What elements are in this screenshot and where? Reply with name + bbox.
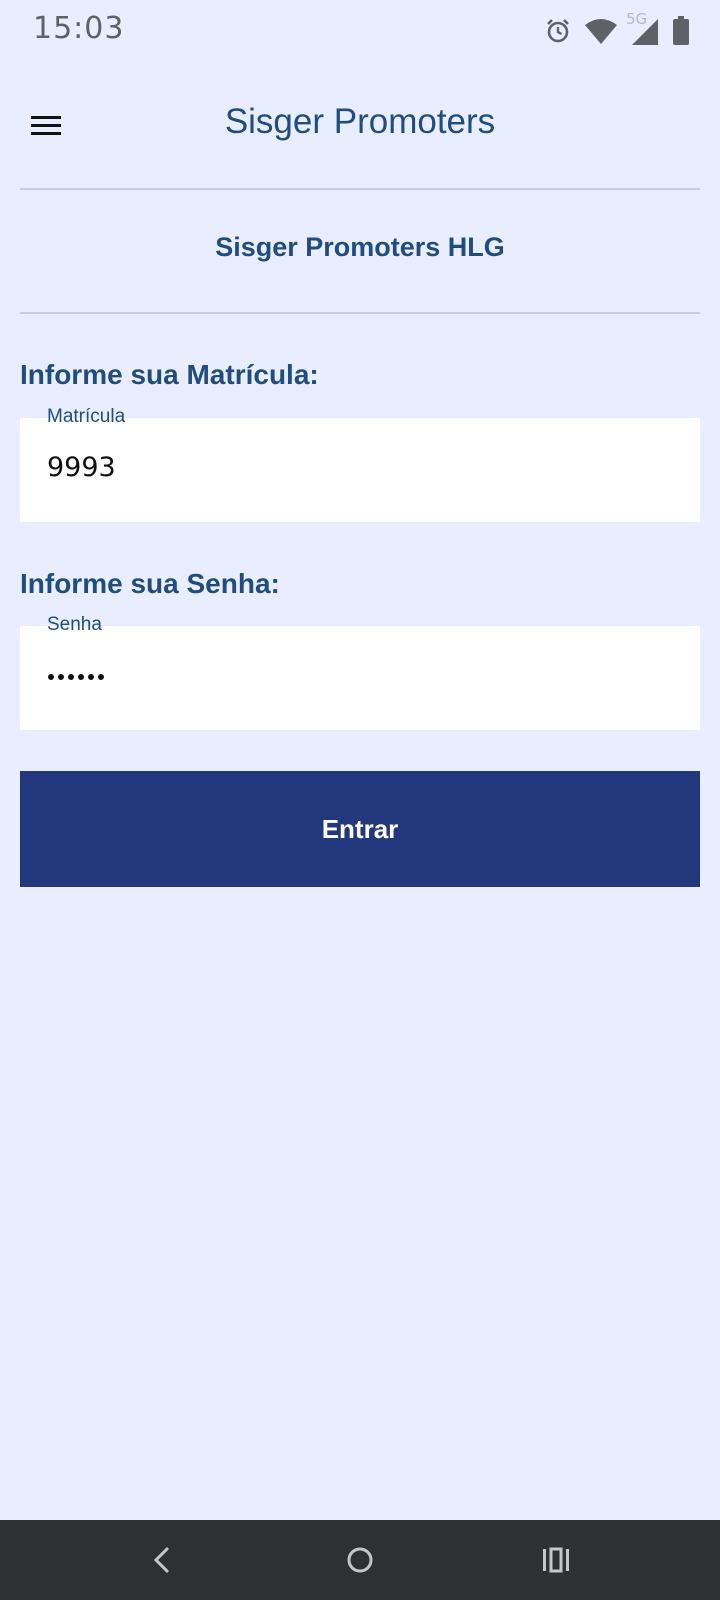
- senha-masked-value: [48, 660, 104, 680]
- alarm-icon: [544, 17, 572, 45]
- network-type-label: 5G: [626, 10, 648, 28]
- bottom-divider: [20, 312, 700, 314]
- matricula-input-value: 9993: [47, 452, 116, 483]
- app-title: Sisger Promoters: [224, 102, 496, 141]
- password-dot: [68, 674, 74, 680]
- status-icons: 5G: [544, 10, 690, 48]
- password-dot: [78, 674, 84, 680]
- home-icon[interactable]: [340, 1540, 380, 1580]
- top-divider: [20, 188, 700, 190]
- password-dot: [58, 674, 64, 680]
- password-dot: [98, 674, 104, 680]
- app-bar: Sisger Promoters: [0, 84, 720, 168]
- cell-signal-icon: 5G: [626, 10, 660, 46]
- recents-icon[interactable]: [536, 1540, 576, 1580]
- system-nav-bar: [0, 1520, 720, 1600]
- entrar-button[interactable]: Entrar: [20, 771, 700, 887]
- environment-subtitle: Sisger Promoters HLG: [215, 232, 505, 262]
- matricula-field-label: Matrícula: [47, 406, 126, 427]
- matricula-input[interactable]: 9993: [20, 418, 700, 522]
- back-icon[interactable]: [142, 1540, 182, 1580]
- senha-field-label: Senha: [47, 614, 102, 635]
- senha-input[interactable]: [20, 626, 700, 730]
- wifi-icon: [584, 17, 618, 45]
- password-dot: [48, 674, 54, 680]
- status-time: 15:03: [33, 11, 125, 46]
- password-dot: [88, 674, 94, 680]
- status-bar: 15:03 5G: [0, 0, 720, 64]
- senha-heading: Informe sua Senha:: [20, 568, 280, 599]
- matricula-heading: Informe sua Matrícula:: [20, 359, 319, 390]
- battery-icon: [672, 16, 690, 46]
